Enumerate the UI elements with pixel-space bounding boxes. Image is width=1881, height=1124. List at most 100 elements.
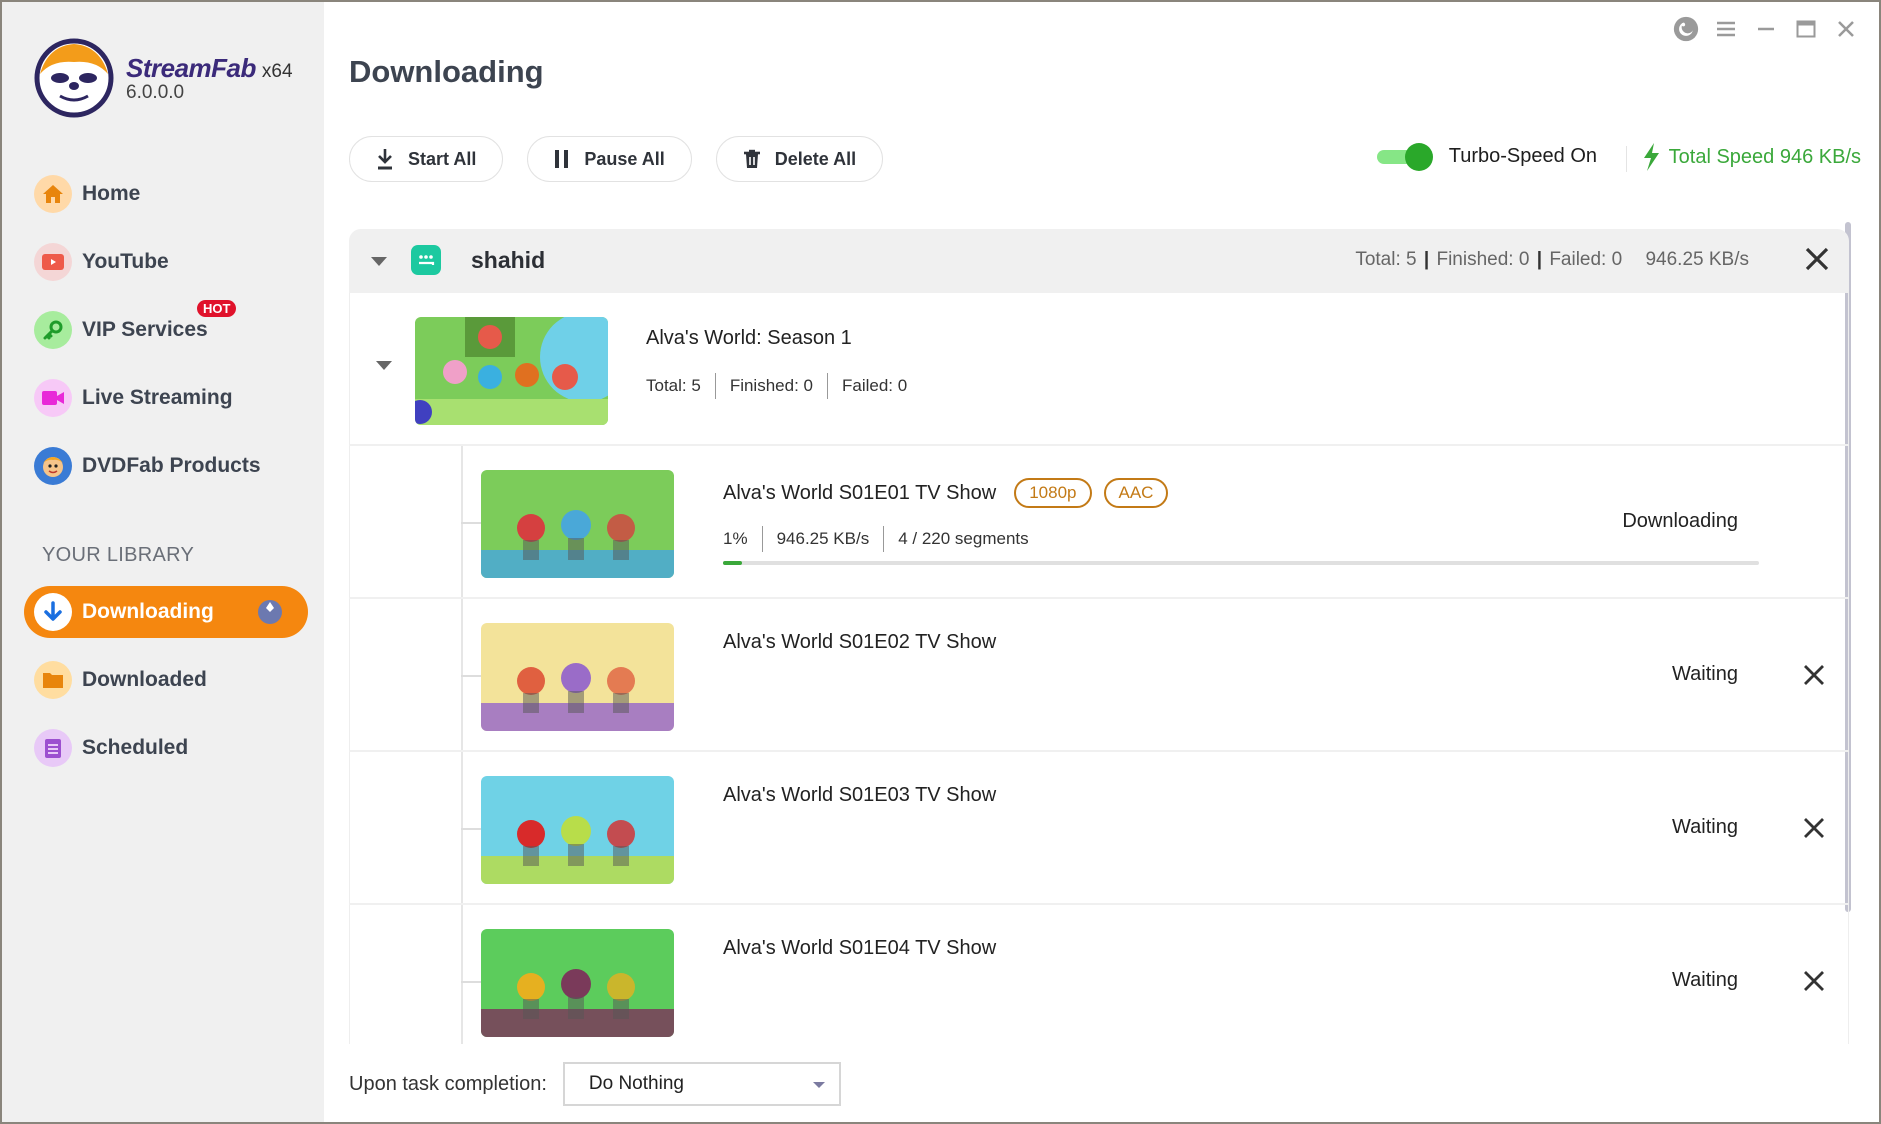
toggle-knob [1404, 143, 1433, 171]
sidebar-item-downloading[interactable]: Downloading [24, 586, 308, 638]
season-finished: Finished: 0 [729, 376, 813, 395]
turbo-speed-label: Turbo-Speed On [1448, 144, 1597, 167]
downloading-activity-icon [258, 600, 282, 624]
app-window: StreamFab x64 6.0.0.0 Home YouTube VIP S… [2, 2, 1879, 1122]
episode-status: Downloading [1622, 510, 1738, 532]
close-icon[interactable] [1833, 16, 1859, 42]
sidebar-item-home[interactable]: Home [34, 172, 324, 216]
page-title: Downloading [349, 54, 544, 89]
menu-icon[interactable] [1713, 16, 1739, 42]
brand: StreamFab x64 6.0.0.0 [34, 38, 293, 118]
library-heading: YOUR LIBRARY [42, 544, 195, 566]
audio-tag: AAC [1103, 478, 1169, 508]
tree-branch [461, 522, 481, 524]
stat-separator [826, 373, 828, 399]
delete-all-button[interactable]: Delete All [715, 136, 884, 182]
remove-episode-close-icon[interactable] [1802, 816, 1826, 845]
collapse-season-caret-icon[interactable] [376, 361, 392, 370]
group-header: shahid Total: 5 | Finished: 0 | Failed: … [349, 229, 1849, 293]
turbo-speed-toggle[interactable] [1376, 142, 1433, 171]
sidebar-item-scheduled[interactable]: Scheduled [34, 722, 324, 774]
schedule-icon [34, 729, 72, 767]
window-controls [1673, 16, 1859, 42]
task-completion-select[interactable]: Do Nothing [562, 1062, 841, 1106]
group-speed: 946.25 KB/s [1645, 249, 1749, 270]
app-name: StreamFab [126, 52, 256, 83]
group-name: shahid [471, 247, 546, 273]
episode-title-text: Alva's World S01E03 TV Show [723, 784, 997, 806]
divider [1626, 146, 1627, 172]
shahid-icon [411, 245, 441, 275]
remove-episode-close-icon[interactable] [1802, 969, 1826, 998]
group-total: Total: 5 [1355, 249, 1417, 270]
episode-row: Alva's World S01E04 TV Show Waiting [349, 905, 1849, 1044]
group-finished: Finished: 0 [1436, 249, 1530, 270]
youtube-icon [34, 243, 72, 281]
remove-episode-close-icon[interactable] [1802, 663, 1826, 692]
maximize-icon[interactable] [1793, 16, 1819, 42]
season-title: Alva's World: Season 1 [646, 327, 852, 349]
history-icon[interactable] [1673, 16, 1699, 42]
episode-thumbnail [481, 776, 674, 884]
collapse-group-caret-icon[interactable] [371, 257, 387, 266]
home-icon [34, 175, 72, 213]
sidebar-item-dvdfab-products[interactable]: DVDFab Products [34, 444, 324, 488]
sidebar-item-live-streaming[interactable]: Live Streaming [34, 376, 324, 420]
stat-separator: | [1536, 249, 1543, 270]
pause-icon [555, 150, 569, 168]
app-arch: x64 [261, 60, 293, 82]
download-icon [378, 149, 392, 170]
key-icon [34, 311, 72, 349]
download-icon [34, 593, 72, 631]
episode-title-text: Alva's World S01E02 TV Show [723, 631, 997, 653]
remove-group-close-icon[interactable] [1803, 245, 1831, 278]
episode-progress-bar [723, 561, 1759, 565]
sidebar-item-label: Live Streaming [82, 386, 233, 409]
tree-line [461, 905, 463, 1044]
total-speed-value: Total Speed 946 KB/s [1668, 145, 1861, 168]
episode-thumbnail [481, 623, 674, 731]
folder-icon [34, 661, 72, 699]
stat-separator [761, 526, 763, 552]
episode-row: Alva's World S01E01 TV Show 1080p AAC 1%… [349, 446, 1849, 599]
sidebar-item-label: YouTube [82, 250, 169, 273]
trash-icon [743, 149, 760, 168]
episode-status: Waiting [1672, 816, 1738, 838]
episode-title-text: Alva's World S01E01 TV Show [723, 481, 997, 504]
sidebar-item-label: Downloaded [82, 668, 207, 691]
episode-title: Alva's World S01E02 TV Show [723, 631, 996, 654]
episode-row: Alva's World S01E03 TV Show Waiting [349, 752, 1849, 905]
turbo-speed: Turbo-Speed On [1376, 142, 1597, 171]
task-completion-label: Upon task completion: [349, 1072, 547, 1095]
progress-fill [723, 561, 742, 565]
sidebar-item-label: VIP Services [82, 318, 208, 341]
group-failed: Failed: 0 [1549, 249, 1623, 270]
video-camera-icon [34, 379, 72, 417]
stat-separator: | [1423, 249, 1430, 270]
total-speed: Total Speed 946 KB/s [1641, 142, 1861, 172]
minimize-icon[interactable] [1753, 16, 1779, 42]
hot-badge: HOT [197, 300, 237, 317]
episode-title: Alva's World S01E04 TV Show [723, 937, 996, 960]
start-all-button[interactable]: Start All [349, 136, 504, 182]
download-list: shahid Total: 5 | Finished: 0 | Failed: … [349, 229, 1849, 1044]
start-all-label: Start All [408, 148, 477, 169]
episode-stats: 1% 946.25 KB/s 4 / 220 segments [723, 526, 1029, 552]
pause-all-button[interactable]: Pause All [527, 136, 692, 182]
episode-status: Waiting [1672, 969, 1738, 991]
library-nav: Downloading Downloaded Scheduled [2, 586, 324, 790]
season-failed: Failed: 0 [841, 376, 908, 395]
sidebar-item-youtube[interactable]: YouTube [34, 240, 324, 284]
task-completion-value: Do Nothing [588, 1073, 684, 1094]
stat-separator [883, 526, 885, 552]
sidebar: StreamFab x64 6.0.0.0 Home YouTube VIP S… [2, 2, 324, 1122]
season-stats: Total: 5 Finished: 0 Failed: 0 [646, 373, 907, 399]
sidebar-item-vip-services[interactable]: VIP Services HOT [34, 300, 324, 352]
sidebar-item-label: Scheduled [82, 736, 189, 759]
episode-status: Waiting [1672, 663, 1738, 685]
sidebar-nav: Home YouTube VIP Services HOT Live Strea… [2, 172, 324, 512]
season-total: Total: 5 [646, 376, 701, 395]
toolbar: Start All Pause All Delete All [349, 136, 884, 182]
sidebar-item-downloaded[interactable]: Downloaded [34, 654, 324, 706]
episode-title: Alva's World S01E03 TV Show [723, 784, 996, 807]
